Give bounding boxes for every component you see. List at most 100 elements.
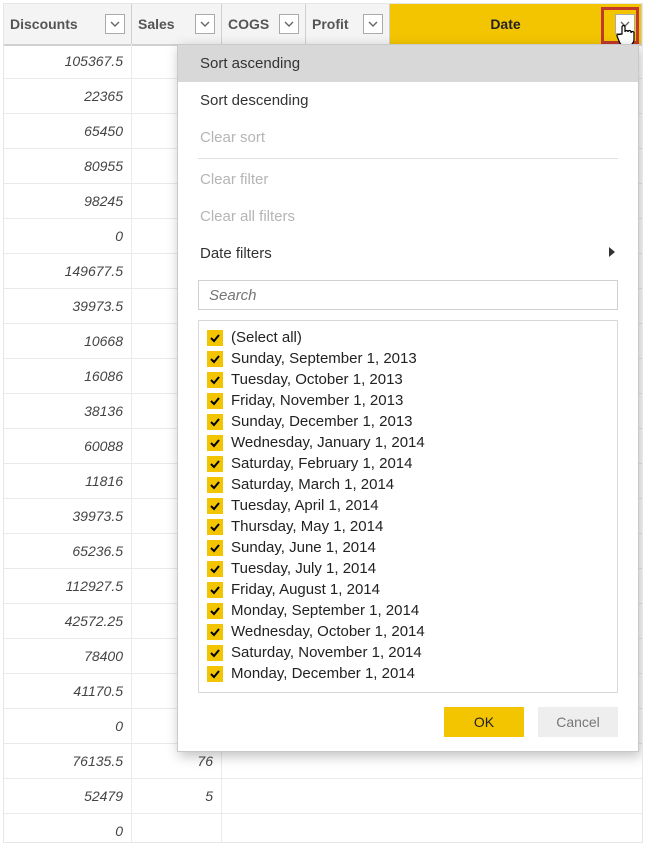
header-discounts[interactable]: Discounts	[4, 4, 132, 44]
menu-item-label: Clear all filters	[200, 208, 295, 225]
filter-button-date[interactable]	[615, 14, 635, 34]
list-item-label: Friday, November 1, 2013	[231, 392, 403, 409]
list-item-label: Sunday, December 1, 2013	[231, 413, 413, 430]
filter-button-profit[interactable]	[363, 14, 383, 34]
cell-discounts: 38136	[4, 394, 132, 428]
menu-item-label: Clear filter	[200, 171, 268, 188]
header-label: Date	[396, 16, 615, 32]
list-item-label: Sunday, September 1, 2013	[231, 350, 417, 367]
values-list[interactable]: (Select all) Sunday, September 1, 2013 Tue…	[198, 320, 618, 693]
list-item[interactable]: Sunday, September 1, 2013	[207, 348, 609, 369]
table-row[interactable]: 524795	[4, 779, 642, 814]
checkbox-checked-icon[interactable]	[207, 561, 223, 577]
filter-button-cogs[interactable]	[279, 14, 299, 34]
checkbox-checked-icon[interactable]	[207, 477, 223, 493]
checkbox-checked-icon[interactable]	[207, 435, 223, 451]
cell-discounts: 39973.5	[4, 499, 132, 533]
menu-clear-filter: Clear filter	[178, 161, 638, 198]
checkbox-checked-icon[interactable]	[207, 666, 223, 682]
list-item-select-all[interactable]: (Select all)	[207, 327, 609, 348]
list-item-label: (Select all)	[231, 329, 302, 346]
header-profit[interactable]: Profit	[306, 4, 390, 44]
list-item[interactable]: Thursday, May 1, 2014	[207, 516, 609, 537]
cell-discounts: 60088	[4, 429, 132, 463]
checkbox-checked-icon[interactable]	[207, 456, 223, 472]
checkbox-checked-icon[interactable]	[207, 393, 223, 409]
menu-item-label: Date filters	[200, 245, 272, 262]
list-item[interactable]: Saturday, February 1, 2014	[207, 453, 609, 474]
filter-button-discounts[interactable]	[105, 14, 125, 34]
cell-discounts: 65450	[4, 114, 132, 148]
list-item-label: Friday, August 1, 2014	[231, 581, 380, 598]
menu-separator	[198, 158, 618, 159]
menu-item-label: Sort descending	[200, 92, 308, 109]
menu-clear-all-filters: Clear all filters	[178, 198, 638, 235]
menu-item-label: Sort ascending	[200, 55, 300, 72]
header-date[interactable]: Date	[390, 4, 642, 44]
date-filter-menu: Sort ascending Sort descending Clear sor…	[177, 44, 639, 752]
cell-discounts: 112927.5	[4, 569, 132, 603]
checkbox-checked-icon[interactable]	[207, 330, 223, 346]
filter-button-sales[interactable]	[195, 14, 215, 34]
list-item[interactable]: Wednesday, January 1, 2014	[207, 432, 609, 453]
list-item[interactable]: Monday, December 1, 2014	[207, 663, 609, 684]
list-item[interactable]: Tuesday, October 1, 2013	[207, 369, 609, 390]
menu-date-filters[interactable]: Date filters	[178, 235, 638, 272]
checkbox-checked-icon[interactable]	[207, 351, 223, 367]
cell-discounts: 149677.5	[4, 254, 132, 288]
header-label: Profit	[312, 16, 363, 32]
list-item-label: Tuesday, October 1, 2013	[231, 371, 403, 388]
checkbox-checked-icon[interactable]	[207, 372, 223, 388]
cell-discounts: 78400	[4, 639, 132, 673]
list-item-label: Sunday, June 1, 2014	[231, 539, 376, 556]
list-item[interactable]: Friday, August 1, 2014	[207, 579, 609, 600]
checkbox-checked-icon[interactable]	[207, 498, 223, 514]
table-row[interactable]: 0	[4, 814, 642, 843]
list-item[interactable]: Saturday, March 1, 2014	[207, 474, 609, 495]
search-input[interactable]	[198, 280, 618, 310]
search-wrap	[178, 272, 638, 320]
cell-discounts: 105367.5	[4, 44, 132, 78]
menu-clear-sort: Clear sort	[178, 119, 638, 156]
list-item-label: Wednesday, January 1, 2014	[231, 434, 425, 451]
list-item-label: Saturday, February 1, 2014	[231, 455, 413, 472]
checkbox-checked-icon[interactable]	[207, 414, 223, 430]
menu-sort-ascending[interactable]: Sort ascending	[178, 45, 638, 82]
list-item-label: Saturday, March 1, 2014	[231, 476, 394, 493]
cell-discounts: 11816	[4, 464, 132, 498]
cell-discounts: 98245	[4, 184, 132, 218]
cell-discounts: 80955	[4, 149, 132, 183]
cell-discounts: 52479	[4, 779, 132, 813]
cell-discounts: 39973.5	[4, 289, 132, 323]
cell-discounts: 0	[4, 814, 132, 843]
checkbox-checked-icon[interactable]	[207, 645, 223, 661]
cancel-button[interactable]: Cancel	[538, 707, 618, 737]
list-item[interactable]: Wednesday, October 1, 2014	[207, 621, 609, 642]
list-item[interactable]: Tuesday, July 1, 2014	[207, 558, 609, 579]
list-item[interactable]: Saturday, November 1, 2014	[207, 642, 609, 663]
checkbox-checked-icon[interactable]	[207, 603, 223, 619]
header-label: COGS	[228, 16, 279, 32]
cell-sales: 5	[132, 779, 222, 813]
cell-discounts: 16086	[4, 359, 132, 393]
ok-button[interactable]: OK	[444, 707, 524, 737]
list-item[interactable]: Friday, November 1, 2013	[207, 390, 609, 411]
menu-item-label: Clear sort	[200, 129, 265, 146]
list-item[interactable]: Tuesday, April 1, 2014	[207, 495, 609, 516]
cell-sales	[132, 814, 222, 843]
header-cogs[interactable]: COGS	[222, 4, 306, 44]
cell-discounts: 41170.5	[4, 674, 132, 708]
chevron-right-icon	[608, 245, 616, 262]
checkbox-checked-icon[interactable]	[207, 519, 223, 535]
cell-discounts: 65236.5	[4, 534, 132, 568]
menu-sort-descending[interactable]: Sort descending	[178, 82, 638, 119]
list-item[interactable]: Monday, September 1, 2014	[207, 600, 609, 621]
list-item[interactable]: Sunday, June 1, 2014	[207, 537, 609, 558]
list-item[interactable]: Sunday, December 1, 2013	[207, 411, 609, 432]
checkbox-checked-icon[interactable]	[207, 540, 223, 556]
dialog-buttons: OK Cancel	[178, 707, 638, 737]
checkbox-checked-icon[interactable]	[207, 624, 223, 640]
checkbox-checked-icon[interactable]	[207, 582, 223, 598]
list-item-label: Monday, September 1, 2014	[231, 602, 419, 619]
header-sales[interactable]: Sales	[132, 4, 222, 44]
